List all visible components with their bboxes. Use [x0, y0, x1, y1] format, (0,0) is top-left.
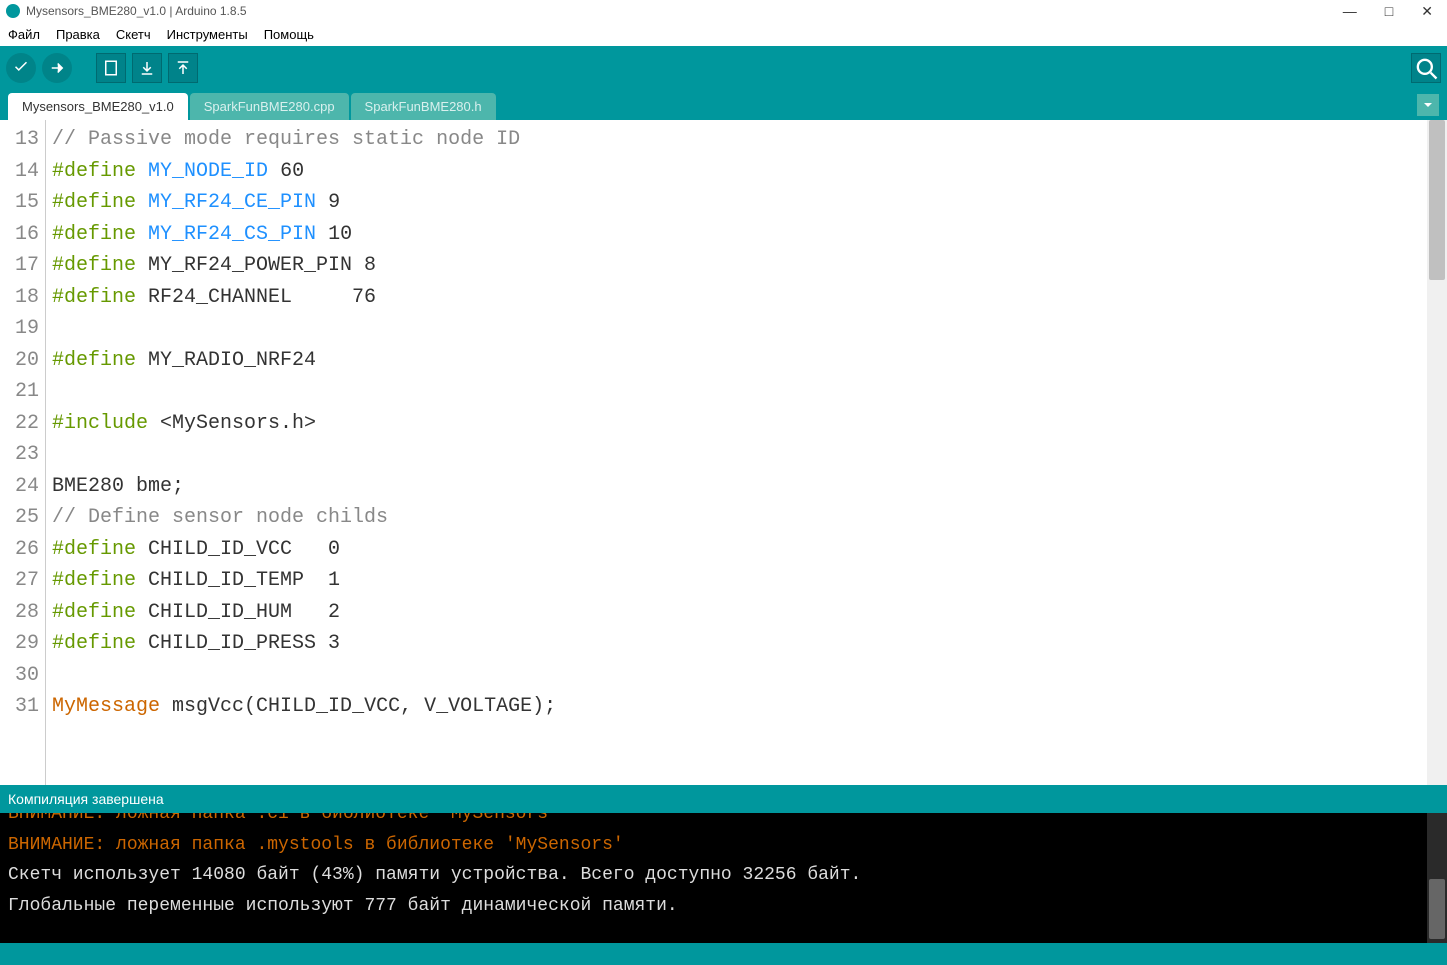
tab-menu-button[interactable]	[1417, 94, 1439, 116]
save-button[interactable]	[168, 53, 198, 83]
title-bar: Mysensors_BME280_v1.0 | Arduino 1.8.5 — …	[0, 0, 1447, 22]
upload-button[interactable]	[42, 53, 72, 83]
scrollbar-thumb[interactable]	[1429, 120, 1445, 280]
editor-scrollbar[interactable]	[1427, 120, 1447, 785]
console-scrollbar[interactable]	[1427, 813, 1447, 943]
tab-main[interactable]: Mysensors_BME280_v1.0	[8, 93, 188, 120]
menu-edit[interactable]: Правка	[52, 27, 104, 42]
close-button[interactable]: ✕	[1421, 3, 1433, 20]
window-controls: — □ ✕	[1343, 3, 1441, 20]
code-editor[interactable]: 13141516171819202122232425262728293031 /…	[0, 120, 1447, 785]
tab-cpp[interactable]: SparkFunBME280.cpp	[190, 93, 349, 120]
status-bar: Компиляция завершена	[0, 785, 1447, 813]
code-area[interactable]: // Passive mode requires static node ID#…	[46, 120, 1447, 785]
app-icon	[6, 4, 20, 18]
menu-bar: Файл Правка Скетч Инструменты Помощь	[0, 22, 1447, 46]
new-button[interactable]	[96, 53, 126, 83]
toolbar	[0, 46, 1447, 90]
line-gutter: 13141516171819202122232425262728293031	[0, 120, 46, 785]
status-text: Компиляция завершена	[8, 791, 164, 807]
console-scrollbar-thumb[interactable]	[1429, 879, 1445, 939]
serial-monitor-button[interactable]	[1411, 53, 1441, 83]
bottom-bar	[0, 943, 1447, 965]
tab-bar: Mysensors_BME280_v1.0 SparkFunBME280.cpp…	[0, 90, 1447, 120]
open-button[interactable]	[132, 53, 162, 83]
menu-file[interactable]: Файл	[4, 27, 44, 42]
verify-button[interactable]	[6, 53, 36, 83]
menu-sketch[interactable]: Скетч	[112, 27, 155, 42]
tab-h[interactable]: SparkFunBME280.h	[351, 93, 496, 120]
output-console[interactable]: ВНИМАНИЕ: ложная папка .ci в библиотеке …	[0, 813, 1447, 943]
window-title: Mysensors_BME280_v1.0 | Arduino 1.8.5	[26, 4, 247, 18]
menu-tools[interactable]: Инструменты	[163, 27, 252, 42]
menu-help[interactable]: Помощь	[260, 27, 318, 42]
maximize-button[interactable]: □	[1385, 3, 1393, 20]
minimize-button[interactable]: —	[1343, 3, 1357, 20]
